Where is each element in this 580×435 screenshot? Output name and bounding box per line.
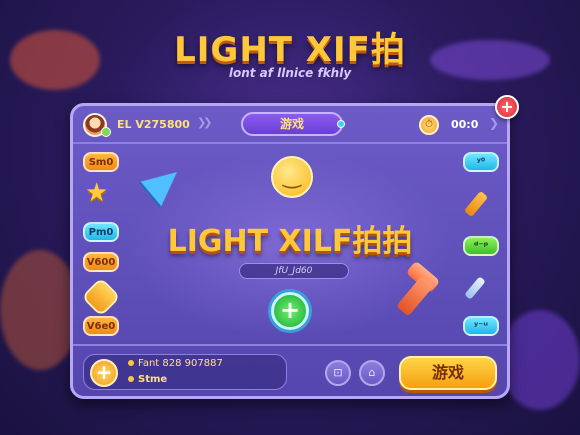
info-line-1: Fant 828 907887 <box>128 358 223 369</box>
info-line-2: Stme <box>128 374 167 385</box>
main-heading: LIGHT XILF拍拍 <box>167 224 413 259</box>
tab-indicator-icon <box>337 120 345 128</box>
bullet-icon <box>128 376 134 382</box>
player-id: EL V275800 <box>117 118 190 131</box>
game-title: LIGHT XIF拍 <box>174 30 406 70</box>
right-button-3[interactable]: ʸ⁻ᵘ <box>463 316 499 336</box>
play-button[interactable]: 游戏 <box>399 356 497 390</box>
add-center-button[interactable]: + <box>271 292 309 330</box>
bullet-icon <box>128 360 134 366</box>
avatar-status-icon <box>101 127 111 137</box>
tab-game[interactable]: 游戏 <box>241 112 345 136</box>
star-icon[interactable]: ★ <box>85 178 108 208</box>
timer-icon: ⏱ <box>419 115 439 135</box>
info-line-2-text: Stme <box>138 374 168 385</box>
shop-button[interactable]: ⌂ <box>359 360 385 386</box>
add-button[interactable]: + <box>90 359 118 387</box>
smiley-face-icon[interactable]: ‿ <box>271 156 313 198</box>
background-blocks <box>500 310 580 410</box>
add-panel-button[interactable]: + <box>495 95 519 119</box>
gallery-button[interactable]: ⊡ <box>325 360 351 386</box>
chevron-right-icon[interactable]: ❯ <box>489 116 499 130</box>
hammer-icon[interactable] <box>463 190 489 218</box>
wrench-icon[interactable] <box>464 276 486 300</box>
player-info-box: + Fant 828 907887 Stme <box>83 354 287 390</box>
game-subtitle: lont af llnice fkhly <box>228 66 352 80</box>
tab-game-label: 游戏 <box>279 117 304 131</box>
timer-value: 00:0 <box>451 118 479 131</box>
heading-subtitle: JfU_Jd60 <box>239 263 349 279</box>
panel-footer: + Fant 828 907887 Stme ⊡ ⌂ 游戏 <box>73 344 507 396</box>
right-button-1[interactable]: ʸ⁰ <box>463 152 499 172</box>
double-chevron-icon: ❯❯ <box>197 116 213 129</box>
background-character <box>0 250 80 370</box>
panel-header: EL V275800 ❯❯ 游戏 ⏱ 00:0 ❯ <box>73 106 507 144</box>
main-panel: EL V275800 ❯❯ 游戏 ⏱ 00:0 ❯ Sm0 ★ Pm0 V600… <box>70 103 510 399</box>
info-line-1-text: Fant 828 907887 <box>138 358 223 369</box>
